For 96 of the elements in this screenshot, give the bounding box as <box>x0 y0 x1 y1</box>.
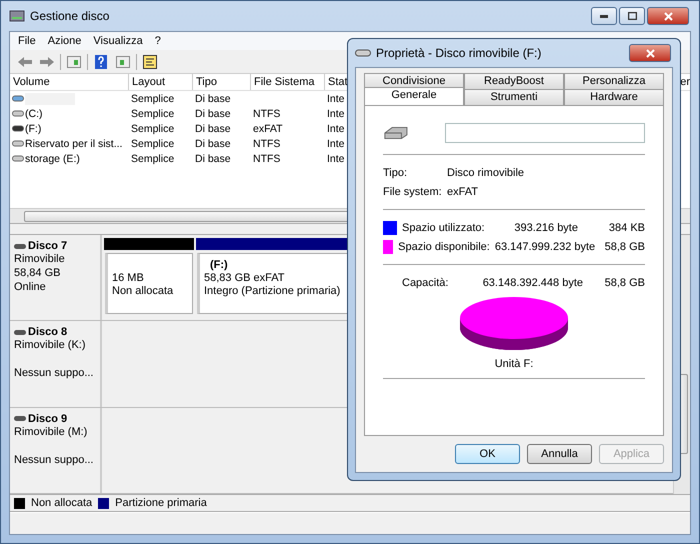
table-cell-text: NTFS <box>252 138 282 150</box>
table-cell-text: Inte <box>326 92 346 104</box>
table-cell-text: Di base <box>194 138 232 150</box>
disk-type: Rimovibile (M:) <box>14 426 88 439</box>
drive-icon <box>12 140 24 147</box>
drive-icon <box>383 125 409 141</box>
table-cell-text: Semplice <box>130 122 176 134</box>
drive-icon <box>355 49 371 57</box>
maximize-icon <box>628 12 636 20</box>
table-cell-text: Di base <box>194 152 232 164</box>
usage-bytes: 63.147.999.232 byte <box>494 240 596 252</box>
drive-icon <box>14 416 26 422</box>
properties-button[interactable] <box>141 52 159 70</box>
info-label: File system: <box>383 186 443 198</box>
table-cell-text: Semplice <box>130 108 176 120</box>
column-header[interactable]: Tipo <box>193 74 251 90</box>
drive-icon <box>12 110 24 117</box>
minimize-icon <box>600 14 608 18</box>
window-title: Gestione disco <box>30 9 110 23</box>
column-header[interactable]: er <box>680 76 690 88</box>
table-cell: (C:) <box>25 108 42 120</box>
tab[interactable]: Strumenti <box>464 89 564 105</box>
usage-size: 58,8 GB <box>604 240 645 252</box>
tab[interactable]: Personalizza <box>564 73 664 89</box>
disk-name: Disco 7 <box>28 240 68 252</box>
table-cell-text: Inte <box>326 152 346 164</box>
partition-title: (F:) <box>209 259 228 272</box>
capacity-bytes: 63.148.392.448 byte <box>482 276 583 288</box>
info-value: Disco rimovibile <box>447 166 524 178</box>
menu-item[interactable]: File <box>18 35 36 47</box>
drive-label: Unità F: <box>494 358 534 370</box>
usage-size: 384 KB <box>608 222 645 234</box>
capacity-size: 58,8 GB <box>604 276 645 288</box>
partition-detail: Integro (Partizione primaria) <box>204 285 340 298</box>
help-button[interactable] <box>92 52 110 70</box>
disk-name: Disco 9 <box>28 412 68 425</box>
disk-management-icon <box>9 9 25 23</box>
table-cell-text: Inte <box>326 122 346 134</box>
usage-bytes: 393.216 byte <box>514 222 578 234</box>
volume-name-field[interactable] <box>444 123 645 143</box>
close-icon <box>646 48 654 58</box>
close-icon <box>664 12 672 20</box>
dialog-title: Proprietà - Disco rimovibile (F:) <box>376 46 542 60</box>
disk-status: Nessun suppo... <box>14 454 94 467</box>
column-header[interactable]: File Sistema <box>251 74 325 90</box>
table-cell-text: Inte <box>326 108 346 120</box>
usage-label: Spazio disponibile: <box>398 240 490 252</box>
table-cell-text: NTFS <box>252 152 282 164</box>
table-cell-text: Di base <box>194 108 232 120</box>
partition[interactable]: 16 MB Non allocata <box>105 253 193 314</box>
menu-item[interactable]: Azione <box>48 35 82 47</box>
legend-label: Non allocata <box>31 497 92 509</box>
partition-detail: Non allocata <box>112 285 174 298</box>
close-button[interactable] <box>647 7 689 25</box>
table-cell-text: Inte <box>326 138 346 150</box>
tab[interactable]: Generale <box>364 87 464 105</box>
table-cell: (F:) <box>25 122 42 134</box>
partition-detail: 16 MB <box>112 272 144 285</box>
disk-type: Rimovibile <box>14 253 65 266</box>
column-header[interactable]: Volume <box>10 74 129 90</box>
drive-icon <box>12 125 24 132</box>
drive-icon <box>12 155 24 162</box>
table-cell-text: Di base <box>194 122 232 134</box>
table-cell-text: exFAT <box>252 122 284 134</box>
drive-icon <box>14 330 26 335</box>
tab[interactable]: ReadyBoost <box>464 73 564 89</box>
drive-icon <box>12 95 24 102</box>
table-cell: Riservato per il sist... <box>25 138 122 150</box>
redacted-label <box>25 92 75 104</box>
dialog-button[interactable]: OK <box>455 444 520 464</box>
maximize-button[interactable] <box>619 7 645 25</box>
legend-label: Partizione primaria <box>115 497 207 509</box>
table-cell-text: Semplice <box>130 138 176 150</box>
disk-name: Disco 8 <box>28 326 68 338</box>
disk-status: Nessun suppo... <box>14 367 94 380</box>
disk-size: 58,84 GB <box>14 267 60 280</box>
close-button[interactable] <box>629 44 671 62</box>
table-cell-text: Di base <box>194 92 232 104</box>
table-cell-text: NTFS <box>252 108 282 120</box>
disk-type: Rimovibile (K:) <box>14 339 86 352</box>
minimize-button[interactable] <box>591 7 617 25</box>
info-value: exFAT <box>447 186 478 198</box>
table-cell-text: Semplice <box>130 92 176 104</box>
table-cell-text: Semplice <box>130 152 176 164</box>
dialog-button[interactable]: Annulla <box>527 444 592 464</box>
disk-status: Online <box>14 281 46 294</box>
table-cell: storage (E:) <box>25 152 80 164</box>
info-label: Tipo: <box>383 166 408 178</box>
usage-label: Spazio utilizzato: <box>402 222 485 234</box>
tab[interactable]: Hardware <box>564 89 664 105</box>
menu-item[interactable]: Visualizza <box>93 35 143 47</box>
capacity-label: Capacità: <box>402 276 450 288</box>
menu-item[interactable]: ? <box>154 35 161 47</box>
partition-detail: 58,83 GB exFAT <box>204 272 285 285</box>
column-header[interactable]: Layout <box>129 74 193 90</box>
drive-icon <box>14 244 26 248</box>
